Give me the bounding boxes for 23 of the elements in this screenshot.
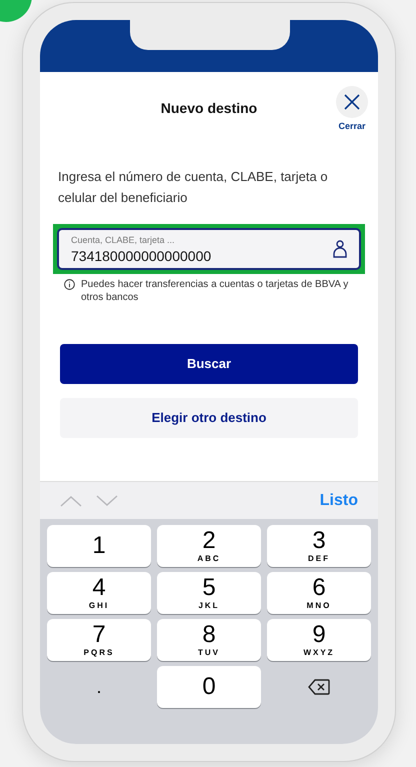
keypad-key[interactable]: 7 PQRS xyxy=(47,619,151,661)
close-icon xyxy=(343,93,361,111)
keypad-key[interactable]: 6 MNO xyxy=(267,572,371,614)
keypad-key[interactable]: . xyxy=(47,666,151,708)
account-input-field[interactable]: Cuenta, CLABE, tarjeta ... 734180000000000000 xyxy=(57,228,361,270)
screen-title: Nuevo destino xyxy=(160,99,258,118)
person-icon[interactable] xyxy=(333,240,347,258)
keypad-key[interactable]: 9 WXYZ xyxy=(267,619,371,661)
keypad-key[interactable]: 1 xyxy=(47,525,151,567)
keypad-key[interactable]: 8 TUV xyxy=(157,619,261,661)
info-icon xyxy=(64,279,75,290)
keypad-key[interactable]: 0 xyxy=(157,666,261,708)
search-button[interactable]: Buscar xyxy=(60,344,358,384)
field-placeholder: Cuenta, CLABE, tarjeta ... xyxy=(71,234,176,248)
keypad-key[interactable]: 3 DEF xyxy=(267,525,371,567)
field-value: 734180000000000000 xyxy=(71,248,212,264)
instruction-text: Ingresa el número de cuenta, CLABE, tarjeta o celular del beneficiario xyxy=(58,168,329,207)
keypad-key[interactable]: 2 ABC xyxy=(157,525,261,567)
keypad-key[interactable]: 4 GHI xyxy=(47,572,151,614)
backspace-icon[interactable] xyxy=(308,679,330,695)
choose-destination-button[interactable]: Elegir otro destino xyxy=(60,398,358,438)
info-note: Puedes hacer transferencias a cuentas o tarjetas de BBVA y otros bancos xyxy=(81,278,350,304)
keypad-key[interactable]: 5 JKL xyxy=(157,572,261,614)
